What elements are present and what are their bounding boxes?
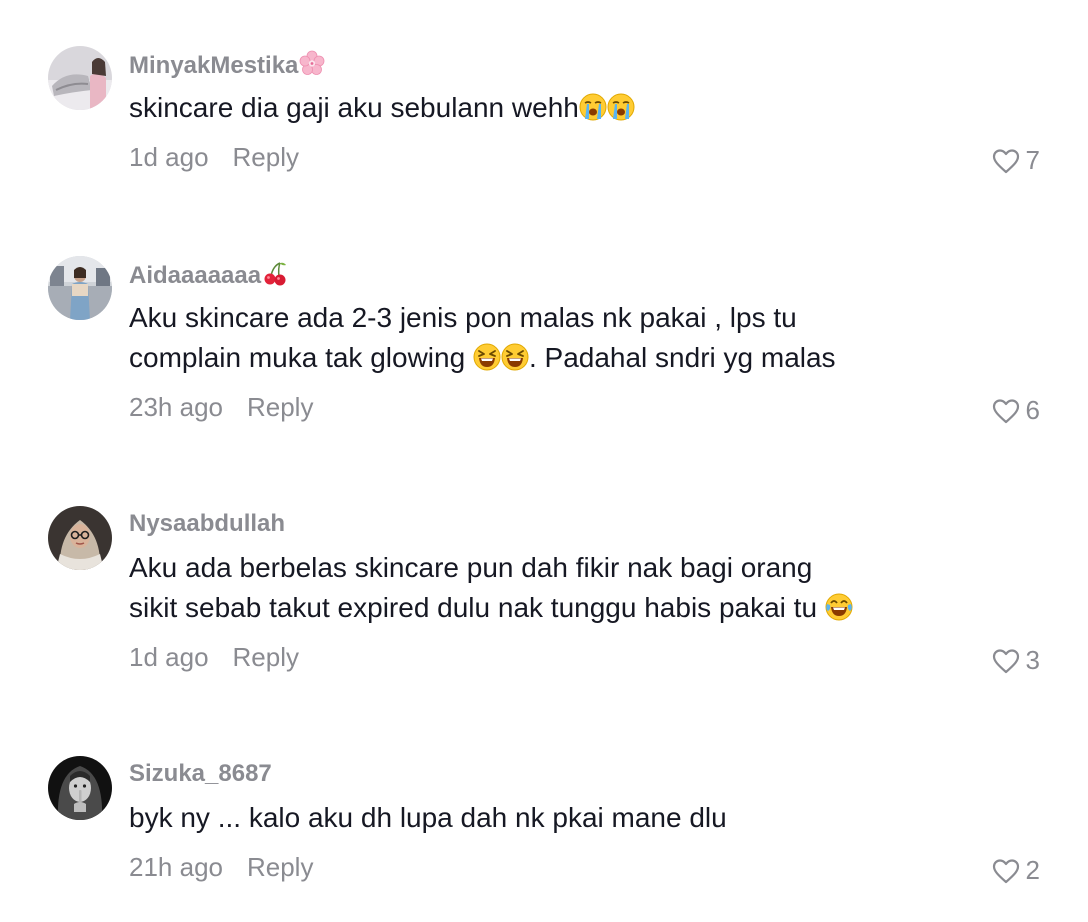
comment-text-line: sikit sebab takut expired dulu nak tungg… bbox=[129, 588, 949, 628]
username-text[interactable]: Aidaaaaaaa bbox=[129, 262, 261, 289]
laughing-squint-face-icon bbox=[501, 343, 529, 371]
reply-button[interactable]: Reply bbox=[233, 642, 299, 672]
reply-button[interactable]: Reply bbox=[233, 142, 299, 172]
cherries-icon bbox=[262, 260, 288, 293]
username-text[interactable]: Nysaabdullah bbox=[129, 510, 285, 537]
heart-icon bbox=[992, 148, 1019, 173]
comment-text-segment: complain muka tak glowing bbox=[129, 342, 473, 373]
reply-button[interactable]: Reply bbox=[247, 852, 313, 882]
like-count: 3 bbox=[1025, 645, 1040, 675]
comment-text-line: Aku skincare ada 2-3 jenis pon malas nk … bbox=[129, 302, 797, 333]
avatar[interactable] bbox=[48, 506, 112, 570]
comment-meta: 1d ago Reply bbox=[129, 142, 299, 172]
username[interactable]: Sizuka_8687 bbox=[129, 760, 272, 788]
comment-text-line: complain muka tak glowing . Padahal sndr… bbox=[129, 338, 949, 378]
crying-face-icon bbox=[607, 93, 635, 121]
heart-icon bbox=[992, 398, 1019, 423]
comment-meta: 23h ago Reply bbox=[129, 392, 313, 422]
avatar[interactable] bbox=[48, 256, 112, 320]
like-count: 6 bbox=[1025, 395, 1040, 425]
comment-text: skincare dia gaji aku sebulann wehh bbox=[129, 88, 949, 128]
cherry-blossom-icon bbox=[299, 50, 325, 83]
comment-text-line: Aku ada berbelas skincare pun dah fikir … bbox=[129, 552, 813, 583]
reply-button[interactable]: Reply bbox=[247, 392, 313, 422]
like-button[interactable]: 2 bbox=[992, 855, 1040, 886]
heart-icon bbox=[992, 648, 1019, 673]
comment-text: Aku ada berbelas skincare pun dah fikir … bbox=[129, 548, 949, 628]
comment-text-body: skincare dia gaji aku sebulann wehh bbox=[129, 92, 579, 123]
timestamp: 1d ago bbox=[129, 142, 209, 172]
timestamp: 1d ago bbox=[129, 642, 209, 672]
username-text[interactable]: MinyakMestika bbox=[129, 52, 298, 79]
timestamp: 21h ago bbox=[129, 852, 223, 882]
avatar[interactable] bbox=[48, 46, 112, 110]
like-count: 2 bbox=[1025, 855, 1040, 885]
username[interactable]: Nysaabdullah bbox=[129, 510, 285, 538]
comment-text: Aku skincare ada 2-3 jenis pon malas nk … bbox=[129, 298, 949, 378]
comment-text-body: byk ny ... kalo aku dh lupa dah nk pkai … bbox=[129, 802, 727, 833]
heart-icon bbox=[992, 858, 1019, 883]
laughing-squint-face-icon bbox=[473, 343, 501, 371]
comment-text: byk ny ... kalo aku dh lupa dah nk pkai … bbox=[129, 798, 949, 838]
username[interactable]: MinyakMestika bbox=[129, 50, 325, 83]
like-button[interactable]: 6 bbox=[992, 395, 1040, 426]
avatar[interactable] bbox=[48, 756, 112, 820]
like-button[interactable]: 3 bbox=[992, 645, 1040, 676]
comment-text-segment: sikit sebab takut expired dulu nak tungg… bbox=[129, 592, 825, 623]
crying-face-icon bbox=[579, 93, 607, 121]
like-button[interactable]: 7 bbox=[992, 145, 1040, 176]
like-count: 7 bbox=[1025, 145, 1040, 175]
timestamp: 23h ago bbox=[129, 392, 223, 422]
tears-of-joy-face-icon bbox=[825, 593, 853, 621]
username[interactable]: Aidaaaaaaa bbox=[129, 260, 288, 293]
comment-meta: 21h ago Reply bbox=[129, 852, 313, 882]
username-text[interactable]: Sizuka_8687 bbox=[129, 760, 272, 787]
comment-text-segment: . Padahal sndri yg malas bbox=[528, 342, 836, 373]
comment-meta: 1d ago Reply bbox=[129, 642, 299, 672]
